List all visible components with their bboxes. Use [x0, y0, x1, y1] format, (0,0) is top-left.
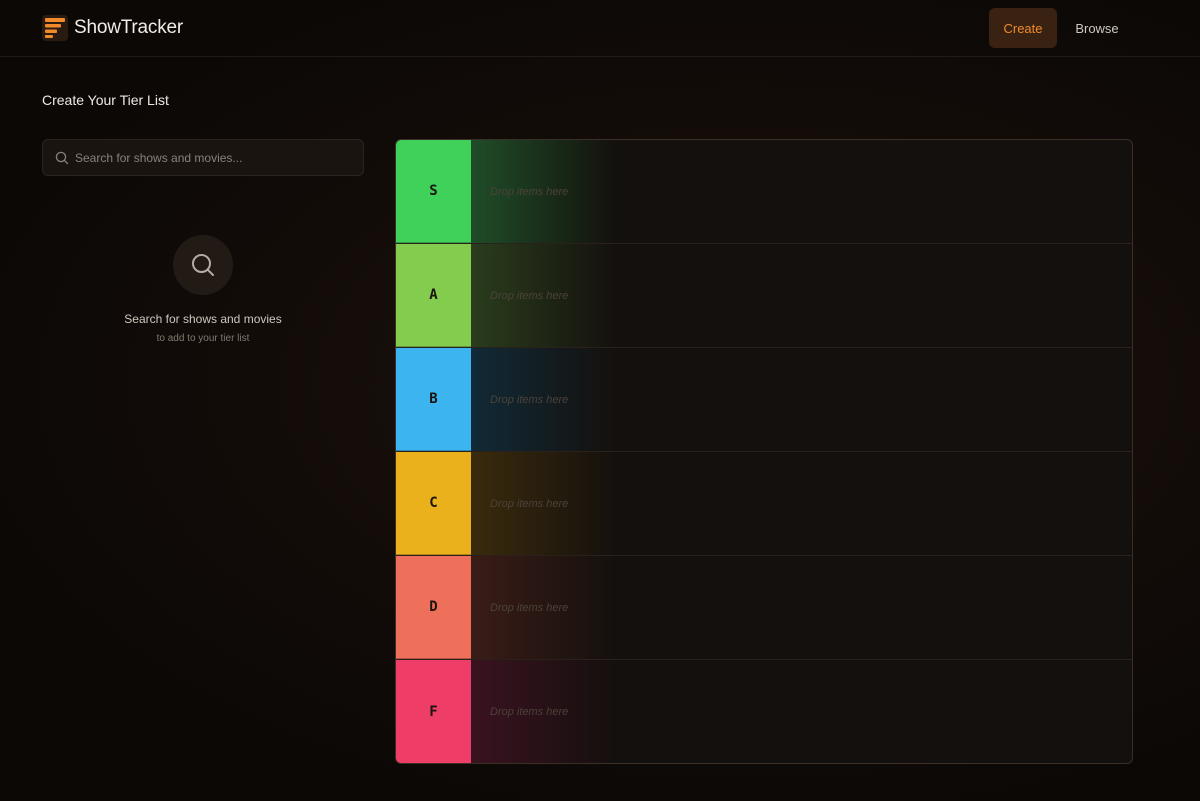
drop-hint: Drop items here — [490, 394, 569, 406]
search-icon — [54, 150, 70, 166]
tier-row: S Drop items here — [396, 140, 1132, 244]
brand-name[interactable]: ShowTracker — [74, 17, 183, 39]
stacked-bars-logo-icon[interactable] — [42, 15, 68, 41]
browse-nav-button[interactable]: Browse — [1064, 8, 1130, 48]
empty-state-search-icon — [173, 235, 233, 295]
page-title: Create Your Tier List — [42, 92, 169, 108]
drop-hint: Drop items here — [490, 602, 569, 614]
empty-state-title: Search for shows and movies — [124, 312, 282, 326]
create-nav-button[interactable]: Create — [989, 8, 1057, 48]
tier-label[interactable]: C — [396, 452, 471, 555]
tier-row: A Drop items here — [396, 244, 1132, 348]
tier-drop-zone[interactable]: Drop items here — [471, 348, 1132, 451]
search-input[interactable] — [75, 140, 355, 175]
tier-drop-zone[interactable]: Drop items here — [471, 556, 1132, 659]
tier-row: B Drop items here — [396, 348, 1132, 452]
drop-hint: Drop items here — [490, 290, 569, 302]
tier-drop-zone[interactable]: Drop items here — [471, 140, 1132, 243]
tier-label[interactable]: B — [396, 348, 471, 451]
app-header: ShowTracker Create Browse — [0, 0, 1200, 57]
drop-hint: Drop items here — [490, 498, 569, 510]
tier-list-board: S Drop items here A Drop items here B Drop it… — [395, 139, 1133, 764]
tier-drop-zone[interactable]: Drop items here — [471, 244, 1132, 347]
search-box — [42, 139, 364, 176]
drop-hint: Drop items here — [490, 706, 569, 718]
tier-label[interactable]: A — [396, 244, 471, 347]
tier-row: F Drop items here — [396, 660, 1132, 763]
drop-hint: Drop items here — [490, 186, 569, 198]
tier-label[interactable]: F — [396, 660, 471, 763]
tier-label[interactable]: D — [396, 556, 471, 659]
tier-drop-zone[interactable]: Drop items here — [471, 660, 1132, 763]
tier-row: D Drop items here — [396, 556, 1132, 660]
tier-drop-zone[interactable]: Drop items here — [471, 452, 1132, 555]
empty-state-subtitle: to add to your tier list — [156, 333, 250, 344]
tier-label[interactable]: S — [396, 140, 471, 243]
tier-row: C Drop items here — [396, 452, 1132, 556]
